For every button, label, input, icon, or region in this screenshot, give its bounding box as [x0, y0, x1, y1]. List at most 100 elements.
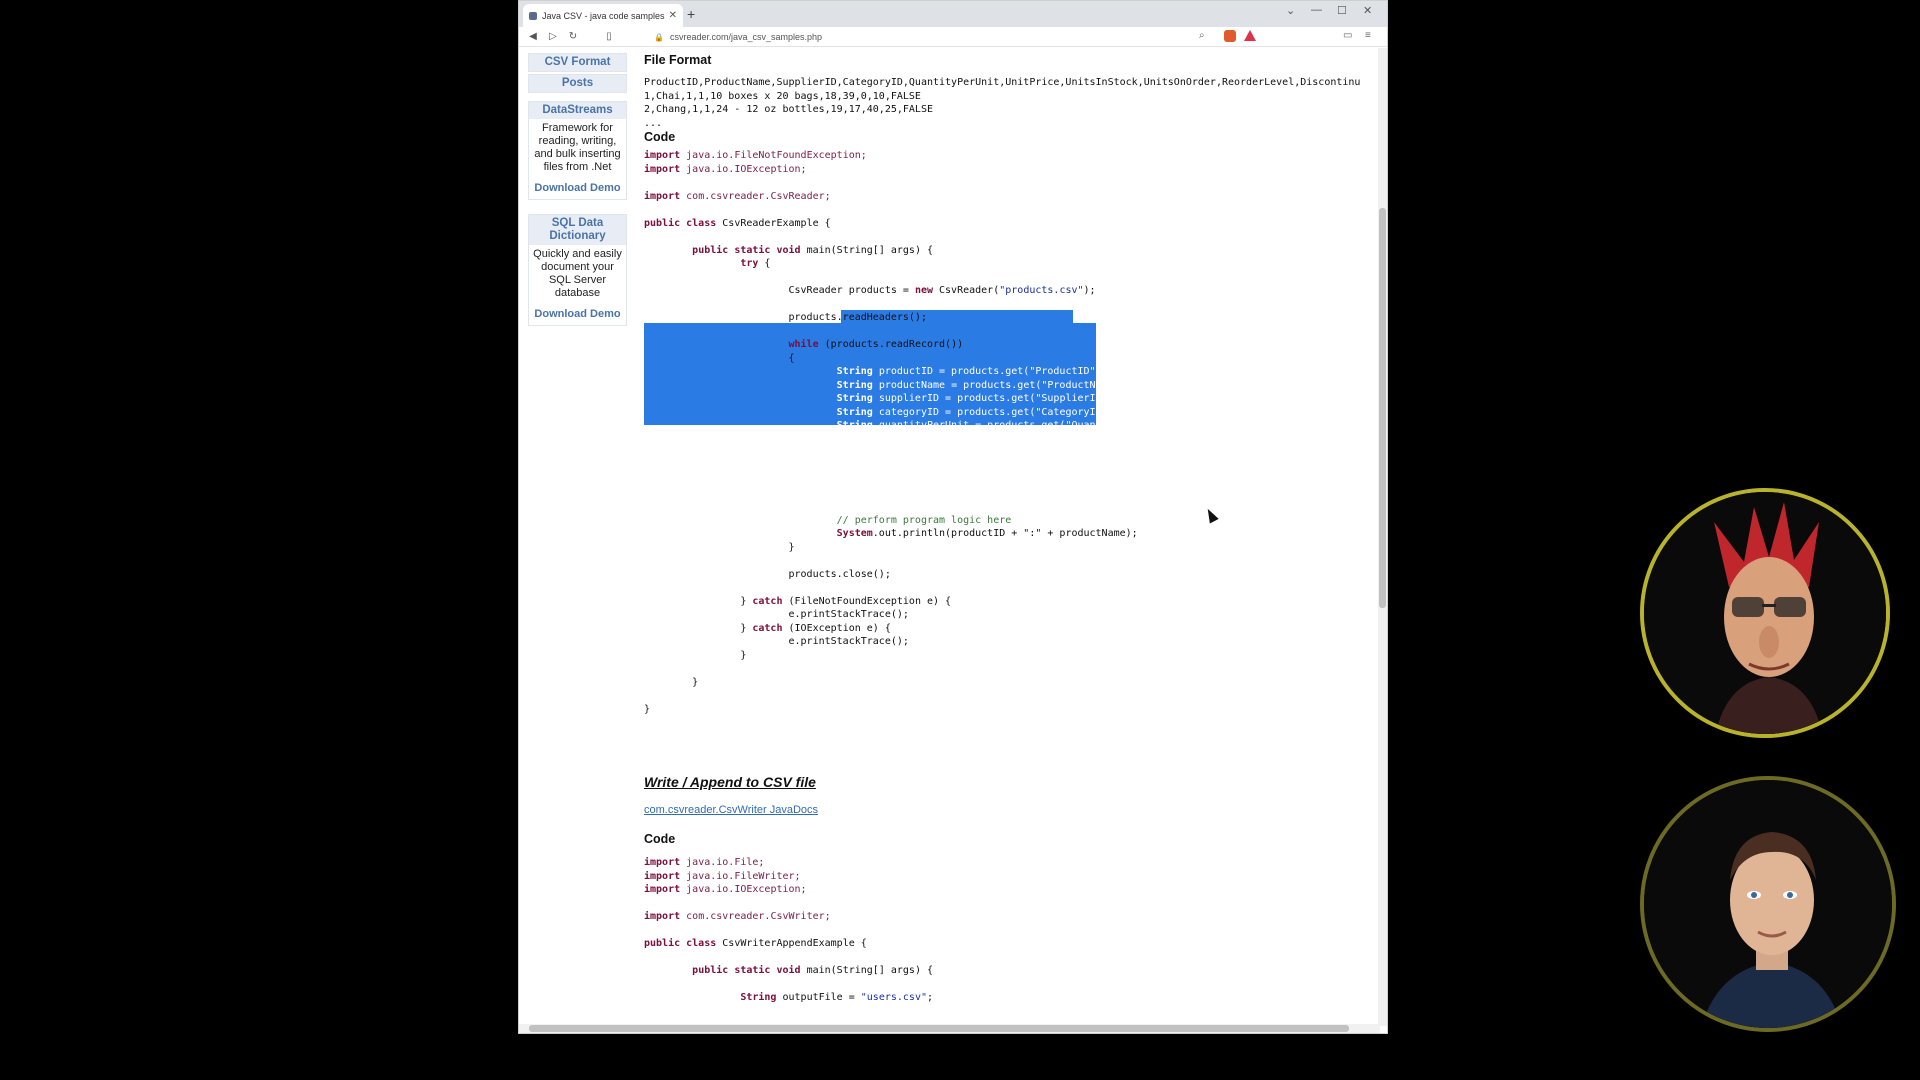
- close-window-icon[interactable]: ✕: [1363, 4, 1372, 17]
- avatar-illustration: [1644, 780, 1892, 1028]
- avatar-illustration: [1644, 492, 1886, 734]
- new-tab-icon[interactable]: +: [687, 6, 695, 22]
- code-import: com.csvreader.CsvReader;: [686, 190, 831, 202]
- code-catch: (FileNotFoundException e) {: [788, 595, 952, 607]
- code-var: quantityPerUnit: [878, 420, 970, 431]
- code-string: "products.csv": [999, 285, 1084, 296]
- forward-icon[interactable]: ▷: [543, 31, 563, 42]
- code-main: main(String[] args) {: [806, 965, 934, 976]
- address-bar[interactable]: 🔒 csvreader.com/java_csv_samples.php: [654, 30, 1199, 44]
- code-class: CsvWriterAppendExample {: [722, 938, 867, 949]
- datastreams-download-link[interactable]: Download Demo: [529, 177, 626, 199]
- csv-line: 1,Chai,1,1,10 boxes x 20 bags,18,39,0,10…: [644, 90, 921, 102]
- code-comment: // perform program logic here: [836, 514, 1012, 526]
- code-var: unitPrice: [878, 433, 933, 445]
- url-text: csvreader.com/java_csv_samples.php: [669, 32, 823, 42]
- datastreams-description: Framework for reading, writing, and bulk…: [529, 119, 626, 177]
- sidebar: CSV Format Posts DataStreams Framework f…: [528, 53, 627, 332]
- code-while: (products.readRecord()): [824, 339, 964, 350]
- code-import: java.io.FileNotFoundException;: [686, 150, 867, 161]
- sql-download-link[interactable]: Download Demo: [529, 303, 626, 325]
- sql-description: Quickly and easily document your SQL Ser…: [529, 245, 626, 303]
- code-close: products.close();: [788, 568, 891, 580]
- brave-rewards-icon[interactable]: [1244, 30, 1256, 41]
- code-reader: CsvReader products =: [788, 285, 915, 296]
- sql-title[interactable]: SQL Data Dictionary: [529, 215, 626, 245]
- sidebar-item-posts[interactable]: Posts: [529, 75, 626, 92]
- horizontal-scrollbar[interactable]: [519, 1024, 1380, 1033]
- code-key: "ProductID": [1029, 366, 1096, 377]
- code-var: supplierID: [878, 393, 940, 404]
- code-var: unitsInStock: [878, 447, 952, 458]
- code-key: "SupplierID": [1035, 393, 1108, 404]
- code-string: "users.csv": [860, 992, 927, 1003]
- code-block-reader: import java.io.FileNotFoundException; im…: [644, 150, 1180, 715]
- csv-line: 2,Chang,1,1,24 - 12 oz bottles,19,17,40,…: [644, 104, 933, 115]
- code-heading-2: Code: [644, 832, 676, 846]
- csv-line: ...: [644, 117, 663, 129]
- code-key: "UnitsInStock": [1047, 447, 1132, 458]
- minimize-icon[interactable]: —: [1311, 4, 1322, 16]
- avatar-presenter-1: [1640, 488, 1890, 738]
- vertical-scroll-thumb[interactable]: [1379, 208, 1386, 608]
- code-catch: (IOException e) {: [788, 622, 891, 634]
- datastreams-ad: DataStreams Framework for reading, writi…: [528, 101, 627, 200]
- web-page: CSV Format Posts DataStreams Framework f…: [519, 48, 1374, 1026]
- tab-title: Java CSV - java code samples: [542, 10, 665, 21]
- code-class: CsvReaderExample {: [722, 217, 831, 229]
- browser-toolbar: ◀ ▷ ↻ ▯ 🔒 csvreader.com/java_csv_samples…: [519, 27, 1387, 47]
- brave-shield-icon[interactable]: [1224, 30, 1236, 42]
- file-format-heading: File Format: [644, 53, 712, 67]
- code-read-headers: products.readHeaders();: [788, 312, 927, 323]
- tab-bar: Java CSV - java code samples ✕ + ⌄ — ☐ ✕: [519, 1, 1387, 27]
- avatar-presenter-2: [1640, 776, 1896, 1032]
- code-key: "Discontinued": [1047, 487, 1132, 499]
- code-key: "CategoryID": [1035, 406, 1108, 418]
- code-output: outputFile =: [782, 992, 861, 1003]
- code-key: "ProductName": [1041, 379, 1120, 391]
- code-println: .out.println(productID + ":" + productNa…: [872, 528, 1138, 539]
- csvwriter-javadocs-link[interactable]: com.csvreader.CsvWriter JavaDocs: [644, 804, 818, 816]
- csv-sample: ProductID,ProductName,SupplierID,Categor…: [644, 76, 1360, 130]
- code-print-stack: e.printStackTrace();: [788, 609, 909, 620]
- code-import: java.io.IOException;: [686, 884, 807, 895]
- maximize-icon[interactable]: ☐: [1337, 4, 1347, 17]
- code-var: unitsOnOrder: [878, 460, 952, 472]
- code-var: discontinued: [878, 487, 952, 499]
- sidebar-nav: CSV Format: [528, 53, 627, 72]
- code-key: "QuantityPerUnit": [1065, 420, 1168, 431]
- sidebar-toggle-icon[interactable]: ▭: [1343, 30, 1352, 41]
- code-var: categoryID: [878, 406, 940, 418]
- write-append-heading: Write / Append to CSV file: [644, 774, 816, 790]
- csv-line: ProductID,ProductName,SupplierID,Categor…: [644, 77, 1361, 88]
- code-var: productID: [878, 366, 933, 377]
- close-tab-icon[interactable]: ✕: [669, 10, 677, 21]
- code-key: "ReorderLevel": [1047, 474, 1132, 485]
- datastreams-title[interactable]: DataStreams: [529, 102, 626, 119]
- code-key: "UnitsOnOrder": [1047, 460, 1132, 472]
- reload-icon[interactable]: ↻: [563, 31, 583, 42]
- browser-tab[interactable]: Java CSV - java code samples ✕: [523, 4, 683, 27]
- code-main: main(String[] args) {: [806, 244, 934, 256]
- bookmark-icon[interactable]: ▯: [599, 31, 619, 42]
- menu-icon[interactable]: ≡: [1365, 30, 1371, 41]
- back-icon[interactable]: ◀: [523, 31, 543, 42]
- code-import: com.csvreader.CsvWriter;: [686, 911, 831, 922]
- code-var: productName: [878, 379, 946, 391]
- horizontal-scroll-thumb[interactable]: [529, 1025, 1349, 1032]
- code-import: java.io.FileWriter;: [686, 870, 801, 882]
- tab-search-icon[interactable]: ⌄: [1286, 4, 1295, 17]
- vertical-scrollbar[interactable]: [1378, 48, 1387, 1026]
- sql-dictionary-ad: SQL Data Dictionary Quickly and easily d…: [528, 214, 627, 326]
- sidebar-item-csv-format[interactable]: CSV Format: [529, 54, 626, 71]
- browser-window: Java CSV - java code samples ✕ + ⌄ — ☐ ✕…: [518, 0, 1388, 1034]
- code-print-stack: e.printStackTrace();: [788, 636, 909, 647]
- code-key: "UnitPrice": [1029, 433, 1096, 445]
- code-var: reorderLevel: [878, 474, 952, 485]
- code-import: java.io.File;: [686, 857, 765, 868]
- favicon-icon: [529, 11, 537, 20]
- zoom-icon[interactable]: ⌕: [1199, 30, 1205, 41]
- code-block-writer: import java.io.File; import java.io.File…: [644, 857, 934, 1003]
- code-import: java.io.IOException;: [686, 163, 807, 175]
- code-heading: Code: [644, 130, 676, 144]
